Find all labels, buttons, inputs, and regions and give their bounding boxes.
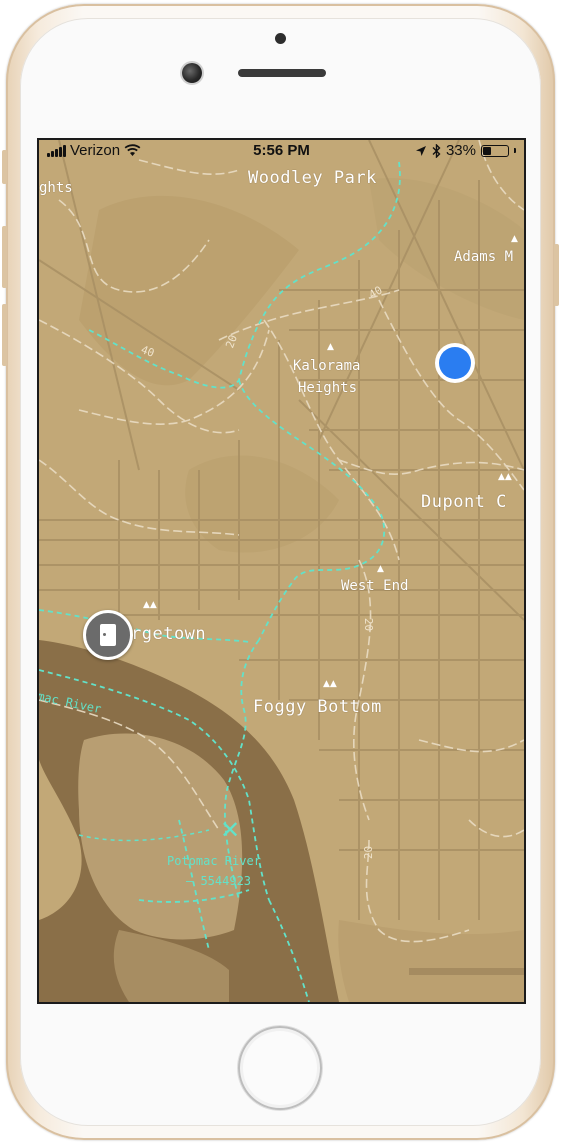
contour-label: 20 (362, 617, 376, 632)
front-sensor (275, 33, 286, 44)
map-label-potomac-line1[interactable]: Potomac River (167, 854, 261, 868)
map-label-west-end[interactable]: West End (341, 578, 408, 594)
map-label-dupont-partial[interactable]: Dupont C (421, 492, 507, 512)
landmark-triangle-icon: ▲▲ (143, 600, 157, 610)
landmark-triangle-icon: ▲ (327, 342, 334, 352)
map-label-foggy-bottom[interactable]: Foggy Bottom (253, 697, 382, 717)
power-button (554, 244, 559, 306)
volume-down-button (2, 304, 7, 366)
landmark-triangle-icon: ▲ (377, 564, 384, 574)
map-label-adams-partial[interactable]: Adams M (454, 249, 513, 265)
map-label-kalorama-line2[interactable]: Heights (298, 380, 357, 396)
location-arrow-icon (415, 145, 426, 156)
map-label-heights-partial[interactable]: ghts (39, 180, 73, 196)
battery-tip (514, 148, 516, 153)
x-marker-icon[interactable]: ✕ (220, 818, 240, 842)
map-label-kalorama-line1[interactable]: Kalorama (293, 358, 360, 374)
volume-up-button (2, 226, 7, 288)
user-location-dot[interactable] (439, 347, 471, 379)
front-camera (182, 63, 202, 83)
door-icon (100, 624, 116, 646)
earpiece-speaker (238, 69, 326, 77)
mute-switch (2, 150, 7, 184)
battery-percent: 33% (445, 142, 476, 159)
landmark-triangle-icon: ▲ (511, 234, 518, 244)
home-button[interactable] (238, 1026, 322, 1110)
map-label-woodley-park[interactable]: Woodley Park (248, 168, 377, 188)
map-label-georgetown-partial[interactable]: rgetown (131, 624, 206, 644)
map-screen[interactable]: Woodley Park ghts Adams M ▲ ▲ Kalorama H… (39, 140, 524, 1002)
pin-marker[interactable] (83, 610, 133, 660)
battery-icon (481, 144, 509, 157)
map-canvas[interactable] (39, 140, 524, 1002)
landmark-triangle-icon: ▲▲ (323, 679, 337, 689)
map-label-potomac-line2[interactable]: — 5544923 (186, 874, 251, 888)
contour-label: 20 (362, 845, 376, 860)
landmark-triangle-icon: ▲▲ (498, 472, 512, 482)
bluetooth-icon (432, 143, 441, 158)
status-bar: Verizon 5:56 PM 33% (39, 140, 524, 162)
